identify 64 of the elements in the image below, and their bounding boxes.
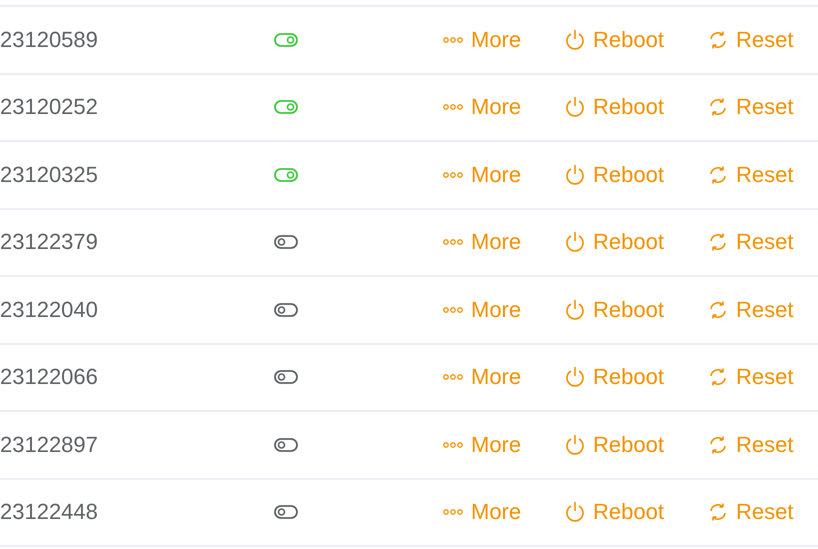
serial-number: 23122066 (0, 364, 99, 390)
more-icon (443, 373, 463, 382)
refresh-icon (708, 502, 728, 522)
refresh-icon (708, 434, 728, 455)
action-link[interactable]: Reboot (565, 229, 664, 256)
power-icon (565, 164, 585, 186)
toggle-icon[interactable] (274, 100, 298, 114)
serial-number: 23122448 (0, 499, 99, 526)
action-link[interactable]: Reset (708, 94, 794, 120)
serial-number: 23120252 (0, 94, 99, 120)
toggle-icon[interactable] (274, 168, 298, 182)
serial-number: 23122379 (0, 229, 99, 256)
more-icon (443, 170, 463, 179)
action-link[interactable]: Reboot (565, 162, 664, 188)
action-link[interactable]: Reboot (565, 94, 664, 120)
more-icon (443, 440, 463, 449)
action-link[interactable]: More (443, 94, 522, 120)
action-link[interactable]: Reboot (565, 296, 664, 323)
action-link[interactable]: Reset (708, 162, 794, 188)
action-link[interactable]: Reset (708, 432, 794, 458)
serial-number: 23122040 (0, 296, 99, 323)
action-link[interactable]: More (443, 499, 522, 526)
action-link[interactable]: Reboot (565, 432, 664, 458)
power-icon (565, 28, 585, 51)
action-link[interactable]: Reset (708, 296, 794, 323)
more-icon (443, 36, 463, 44)
refresh-icon (708, 97, 728, 118)
toggle-icon[interactable] (274, 32, 298, 47)
power-icon (565, 231, 585, 254)
toggle-icon[interactable] (274, 302, 298, 317)
toggle-icon[interactable] (274, 370, 298, 384)
refresh-icon (708, 300, 728, 320)
more-icon (443, 103, 463, 112)
power-icon (565, 366, 585, 388)
power-icon (565, 298, 585, 321)
refresh-icon (708, 232, 728, 252)
action-link[interactable]: Reboot (565, 499, 664, 526)
action-link[interactable]: More (443, 296, 522, 323)
power-icon (565, 96, 585, 118)
action-link[interactable]: Reset (708, 26, 794, 53)
action-link[interactable]: More (443, 162, 522, 188)
toggle-icon[interactable] (274, 505, 298, 520)
action-link[interactable]: Reboot (565, 364, 664, 390)
action-link[interactable]: More (443, 432, 522, 458)
more-icon (443, 238, 463, 246)
refresh-icon (708, 367, 728, 388)
more-icon (443, 306, 463, 314)
action-link[interactable]: More (443, 26, 522, 53)
serial-number: 23120325 (0, 162, 99, 188)
refresh-icon (708, 30, 728, 50)
toggle-icon[interactable] (274, 438, 298, 452)
more-icon (443, 508, 463, 516)
serial-number: 23122897 (0, 432, 99, 458)
toggle-icon[interactable] (274, 235, 298, 250)
action-link[interactable]: More (443, 229, 522, 256)
action-link[interactable]: Reset (708, 364, 794, 390)
serial-number: 23120589 (0, 26, 99, 53)
power-icon (565, 434, 585, 456)
refresh-icon (708, 164, 728, 185)
power-icon (565, 501, 585, 524)
action-link[interactable]: Reset (708, 499, 794, 526)
action-link[interactable]: Reboot (565, 26, 664, 53)
action-link[interactable]: Reset (708, 229, 794, 256)
action-link[interactable]: More (443, 364, 522, 390)
